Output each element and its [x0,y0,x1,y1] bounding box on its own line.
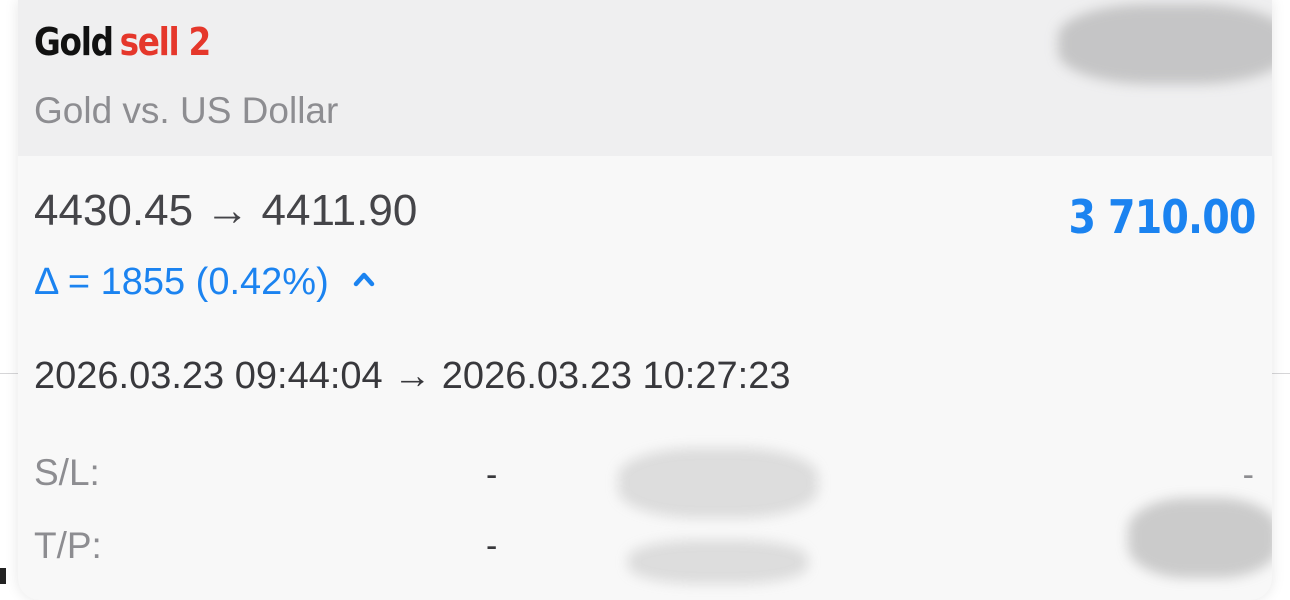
open-price: 4430.45 [34,186,194,235]
redaction-smudge [628,540,808,584]
time-arrow: → [393,355,432,397]
redaction-smudge [1058,4,1272,84]
delta-text: Δ = 1855 (0.42%) [34,261,329,303]
close-time: 2026.03.23 10:27:23 [441,355,791,397]
deal-title: Gold sell 2 [34,20,212,64]
tp-value: - [486,527,498,565]
right-field-value: - [1242,456,1254,494]
open-time: 2026.03.23 09:44:04 [34,355,383,397]
price-arrow: → [205,186,250,235]
redaction-smudge [618,448,818,518]
price-delta: Δ = 1855 (0.42%) [34,261,375,304]
side-and-volume: sell 2 [119,20,212,64]
close-price: 4411.90 [261,186,418,235]
symbol-name: Gold [34,20,114,64]
sl-label: S/L: [34,452,100,493]
tp-label: T/P: [34,525,102,566]
deal-detail-card: Gold sell 2 Gold vs. US Dollar 4430.45 → … [18,0,1272,600]
profit-value: 3 710.00 [1068,190,1257,244]
redaction-smudge [1128,498,1272,578]
background-edge-mark [0,568,6,584]
chevron-up-icon [354,272,375,287]
price-range: 4430.45 → 4411.90 [34,186,417,236]
sl-value: - [486,456,498,494]
symbol-description: Gold vs. US Dollar [34,90,339,131]
time-range: 2026.03.23 09:44:04 → 2026.03.23 10:27:2… [34,355,790,398]
